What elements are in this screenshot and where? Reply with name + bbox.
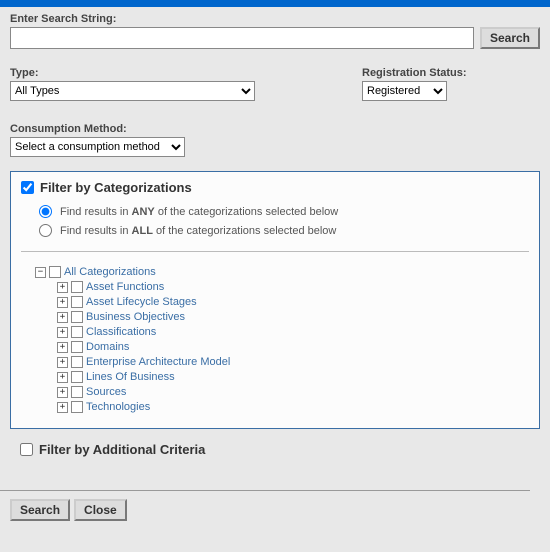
tree-item-checkbox[interactable] xyxy=(71,386,83,398)
additional-criteria-title: Filter by Additional Criteria xyxy=(39,442,205,457)
tree-expand-icon[interactable]: + xyxy=(57,387,68,398)
tree-item-label[interactable]: Business Objectives xyxy=(86,311,185,323)
mode-any-radio[interactable] xyxy=(39,205,52,218)
tree-collapse-icon[interactable]: − xyxy=(35,267,46,278)
tree-expand-icon[interactable]: + xyxy=(57,372,68,383)
consumption-label: Consumption Method: xyxy=(10,123,540,135)
tree-item-label[interactable]: Asset Lifecycle Stages xyxy=(86,296,197,308)
tree-item: + Technologies xyxy=(57,401,529,413)
tree-expand-icon[interactable]: + xyxy=(57,282,68,293)
tree-item: + Asset Functions xyxy=(57,281,529,293)
tree-expand-icon[interactable]: + xyxy=(57,327,68,338)
tree-item: + Domains xyxy=(57,341,529,353)
tree-expand-icon[interactable]: + xyxy=(57,402,68,413)
tree-item-label[interactable]: Enterprise Architecture Model xyxy=(86,356,230,368)
tree-root-label[interactable]: All Categorizations xyxy=(64,266,156,278)
search-label: Enter Search String: xyxy=(10,13,540,25)
registration-select[interactable]: Registered xyxy=(362,81,447,101)
categorizations-toggle-checkbox[interactable] xyxy=(21,181,34,194)
tree-expand-icon[interactable]: + xyxy=(57,297,68,308)
additional-criteria-checkbox[interactable] xyxy=(20,443,33,456)
tree-item-checkbox[interactable] xyxy=(71,281,83,293)
tree-expand-icon[interactable]: + xyxy=(57,312,68,323)
footer-divider xyxy=(0,490,530,491)
tree-item-label[interactable]: Domains xyxy=(86,341,129,353)
tree-item-checkbox[interactable] xyxy=(71,341,83,353)
close-button[interactable]: Close xyxy=(74,499,127,521)
additional-criteria-row: Filter by Additional Criteria xyxy=(10,439,540,460)
tree-expand-icon[interactable]: + xyxy=(57,342,68,353)
tree-item: + Enterprise Architecture Model xyxy=(57,356,529,368)
tree-item: + Asset Lifecycle Stages xyxy=(57,296,529,308)
tree-item-checkbox[interactable] xyxy=(71,371,83,383)
tree-root-checkbox[interactable] xyxy=(49,266,61,278)
tree-item-label[interactable]: Technologies xyxy=(86,401,150,413)
tree-item-checkbox[interactable] xyxy=(71,311,83,323)
title-bar xyxy=(0,0,550,7)
main-panel: Enter Search String: Search Type: All Ty… xyxy=(0,7,550,470)
tree-item-label[interactable]: Sources xyxy=(86,386,126,398)
type-label: Type: xyxy=(10,67,362,79)
categorizations-header: Filter by Categorizations xyxy=(21,180,529,195)
tree-item-checkbox[interactable] xyxy=(71,296,83,308)
consumption-block: Consumption Method: Select a consumption… xyxy=(10,123,540,157)
registration-label: Registration Status: xyxy=(362,67,540,79)
search-button-bottom[interactable]: Search xyxy=(10,499,70,521)
tree-root-row: − All Categorizations xyxy=(35,266,529,278)
footer-buttons: Search Close xyxy=(0,499,550,533)
categorizations-mode-group: Find results in ANY of the categorizatio… xyxy=(21,205,529,252)
tree-item-label[interactable]: Lines Of Business xyxy=(86,371,175,383)
mode-all-label: Find results in ALL of the categorizatio… xyxy=(60,225,336,237)
tree-item-label[interactable]: Classifications xyxy=(86,326,156,338)
search-row: Search xyxy=(10,27,540,49)
type-select[interactable]: All Types xyxy=(10,81,255,101)
mode-all-radio[interactable] xyxy=(39,224,52,237)
categorizations-title: Filter by Categorizations xyxy=(40,180,192,195)
tree-item-checkbox[interactable] xyxy=(71,401,83,413)
tree-item: + Classifications xyxy=(57,326,529,338)
tree-item-label[interactable]: Asset Functions xyxy=(86,281,164,293)
categorizations-tree: − All Categorizations + Asset Functions + A… xyxy=(21,266,529,413)
tree-children: +Asset Functions+Asset Lifecycle Stages+… xyxy=(35,281,529,413)
tree-item: + Sources xyxy=(57,386,529,398)
mode-any-label: Find results in ANY of the categorizatio… xyxy=(60,206,338,218)
tree-item-checkbox[interactable] xyxy=(71,356,83,368)
tree-item-checkbox[interactable] xyxy=(71,326,83,338)
consumption-select[interactable]: Select a consumption method xyxy=(10,137,185,157)
filters-row: Type: All Types Registration Status: Reg… xyxy=(10,67,540,101)
categorizations-panel: Filter by Categorizations Find results i… xyxy=(10,171,540,429)
search-input[interactable] xyxy=(10,27,474,49)
tree-item: + Lines Of Business xyxy=(57,371,529,383)
tree-item: + Business Objectives xyxy=(57,311,529,323)
tree-expand-icon[interactable]: + xyxy=(57,357,68,368)
search-button-top[interactable]: Search xyxy=(480,27,540,49)
